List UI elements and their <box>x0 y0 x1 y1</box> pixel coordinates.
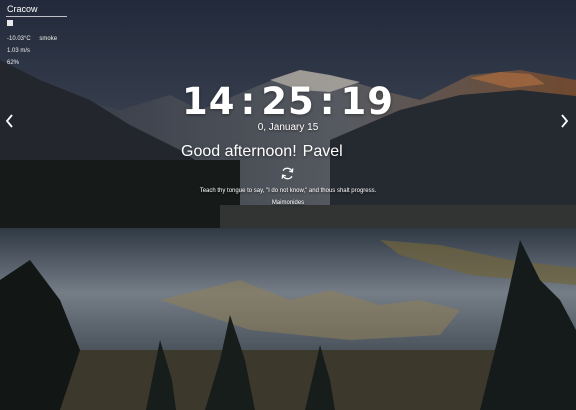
clock-hours: 14 <box>181 80 236 123</box>
clock-minutes: 25 <box>261 80 315 123</box>
greeting: Good afternoon! Pavel <box>181 143 343 161</box>
clock-separator: : <box>240 80 257 123</box>
start-page: -10.03°C smoke 1.03 m/s 62% 14:25:19 0, … <box>0 0 576 410</box>
quote-author: Maimonides <box>271 200 305 206</box>
date-display: 0, January 15 <box>257 122 319 133</box>
clock: 14:25:19 <box>0 80 576 123</box>
weather-summary: -10.03°C smoke <box>7 36 57 42</box>
clock-separator: : <box>319 80 336 123</box>
wind-speed: 1.03 m/s <box>7 48 31 54</box>
humidity-value: 62% <box>7 60 20 66</box>
weather-icon <box>7 20 13 26</box>
city-input[interactable] <box>6 2 67 17</box>
user-name[interactable]: Pavel <box>303 143 343 160</box>
refresh-icon[interactable] <box>280 166 295 181</box>
temperature-value: -10.03°C <box>7 36 31 42</box>
greeting-text: Good afternoon! <box>181 143 297 160</box>
weather-description: smoke <box>39 36 58 42</box>
quote-text: Teach thy tongue to say, "I do not know,… <box>199 188 377 194</box>
clock-seconds: 19 <box>340 80 395 123</box>
